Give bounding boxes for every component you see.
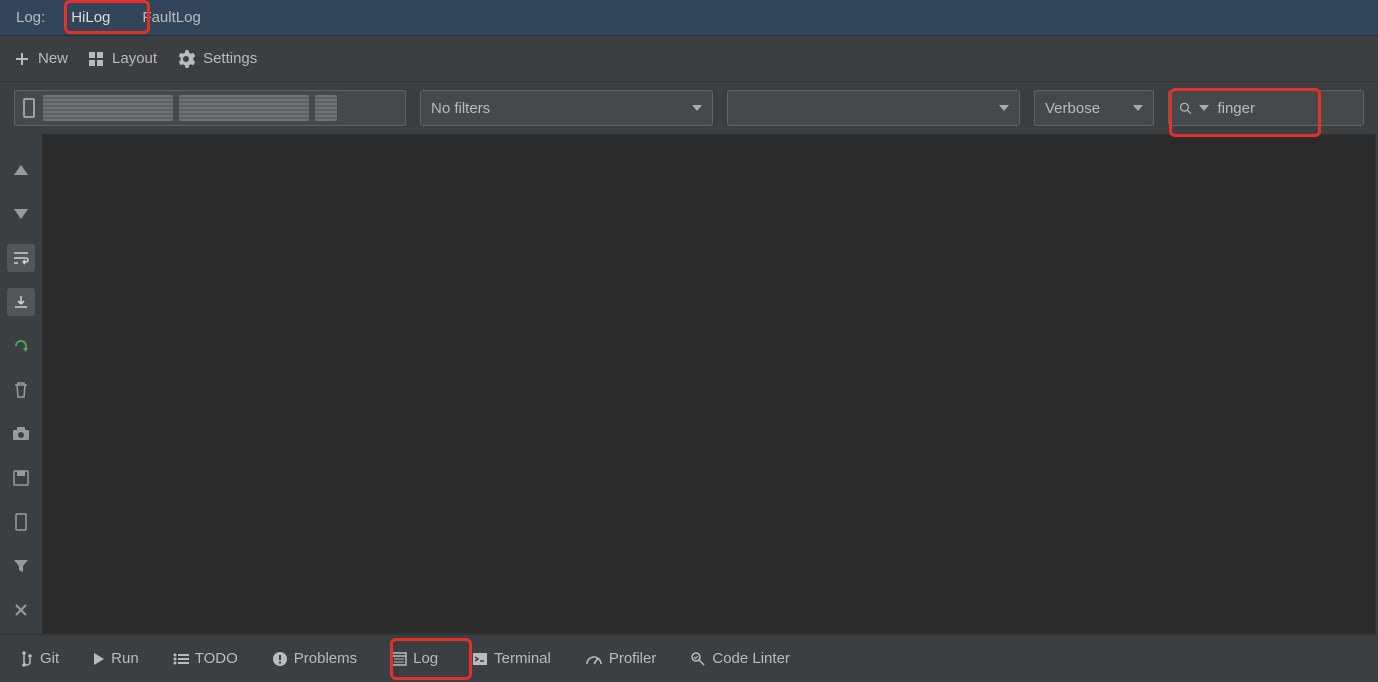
settings-button[interactable]: Settings: [177, 50, 257, 68]
bottom-toolbar: Git Run TODO Problems Log Terminal Profi…: [0, 634, 1378, 682]
save-button[interactable]: [7, 464, 35, 492]
chevron-down-icon: [1133, 105, 1143, 111]
settings-label: Settings: [203, 50, 257, 67]
blurred-chunk: [315, 95, 337, 121]
tab-faultlog[interactable]: FaultLog: [132, 5, 210, 30]
layout-button[interactable]: Layout: [88, 50, 157, 67]
filter-icon: [13, 559, 29, 573]
bottom-problems[interactable]: Problems: [266, 646, 363, 671]
bottom-terminal[interactable]: Terminal: [466, 646, 557, 671]
search-field[interactable]: [1168, 90, 1364, 126]
scroll-down-button[interactable]: [7, 200, 35, 228]
bottom-profiler[interactable]: Profiler: [579, 646, 663, 671]
filters-dropdown-label: No filters: [431, 100, 490, 117]
bottom-run-label: Run: [111, 650, 139, 667]
filters-dropdown[interactable]: No filters: [420, 90, 713, 126]
blurred-device-id: [179, 95, 309, 121]
chevron-down-icon: [999, 105, 1009, 111]
bottom-profiler-label: Profiler: [609, 650, 657, 667]
bottom-terminal-label: Terminal: [494, 650, 551, 667]
filter-button[interactable]: [7, 552, 35, 580]
export-icon: [12, 294, 30, 310]
search-icon: [1179, 100, 1191, 116]
loglevel-dropdown-label: Verbose: [1045, 100, 1100, 117]
device-icon: [21, 98, 37, 118]
terminal-icon: [472, 652, 488, 666]
branch-icon: [20, 651, 34, 667]
lint-icon: [690, 651, 706, 667]
loglevel-dropdown[interactable]: Verbose: [1034, 90, 1154, 126]
plus-icon: [14, 51, 30, 67]
bottom-codelinter[interactable]: Code Linter: [684, 646, 796, 671]
log-icon: [391, 652, 407, 666]
gear-icon: [177, 50, 195, 68]
action-toolbar: New Layout Settings: [0, 36, 1378, 82]
bottom-todo-label: TODO: [195, 650, 238, 667]
bottom-codelinter-label: Code Linter: [712, 650, 790, 667]
screenshot-button[interactable]: [7, 420, 35, 448]
log-label: Log:: [16, 9, 45, 26]
gauge-icon: [585, 653, 603, 665]
bottom-problems-label: Problems: [294, 650, 357, 667]
filter-toolbar: No filters Verbose: [0, 82, 1378, 134]
device-selector[interactable]: [14, 90, 406, 126]
blurred-device-name: [43, 95, 173, 121]
device-button[interactable]: [7, 508, 35, 536]
list-icon: [173, 653, 189, 665]
log-left-toolbar: [0, 134, 42, 634]
process-dropdown[interactable]: [727, 90, 1020, 126]
warning-icon: [272, 651, 288, 667]
tab-hilog[interactable]: HiLog: [61, 5, 120, 30]
trash-icon: [13, 381, 29, 399]
log-output-view[interactable]: [42, 134, 1376, 634]
refresh-icon: [12, 337, 30, 355]
close-icon: [14, 603, 28, 617]
phone-icon: [15, 513, 27, 531]
main-area: [0, 134, 1378, 634]
export-button[interactable]: [7, 288, 35, 316]
scroll-up-button[interactable]: [7, 156, 35, 184]
arrow-up-icon: [14, 165, 28, 175]
save-icon: [13, 470, 29, 486]
close-button[interactable]: [7, 596, 35, 624]
new-button[interactable]: New: [14, 50, 68, 67]
chevron-down-icon: [1199, 105, 1209, 111]
layout-label: Layout: [112, 50, 157, 67]
bottom-git-label: Git: [40, 650, 59, 667]
wrap-icon: [12, 250, 30, 266]
camera-icon: [12, 427, 30, 441]
grid-icon: [88, 51, 104, 67]
refresh-button[interactable]: [7, 332, 35, 360]
clear-button[interactable]: [7, 376, 35, 404]
play-icon: [93, 652, 105, 666]
bottom-log[interactable]: Log: [385, 646, 444, 671]
bottom-log-label: Log: [413, 650, 438, 667]
chevron-down-icon: [692, 105, 702, 111]
log-tabbar: Log: HiLog FaultLog: [0, 0, 1378, 36]
new-label: New: [38, 50, 68, 67]
softwrap-button[interactable]: [7, 244, 35, 272]
bottom-run[interactable]: Run: [87, 646, 145, 671]
search-input[interactable]: [1217, 100, 1353, 117]
arrow-down-icon: [14, 209, 28, 219]
bottom-git[interactable]: Git: [14, 646, 65, 671]
bottom-todo[interactable]: TODO: [167, 646, 244, 671]
